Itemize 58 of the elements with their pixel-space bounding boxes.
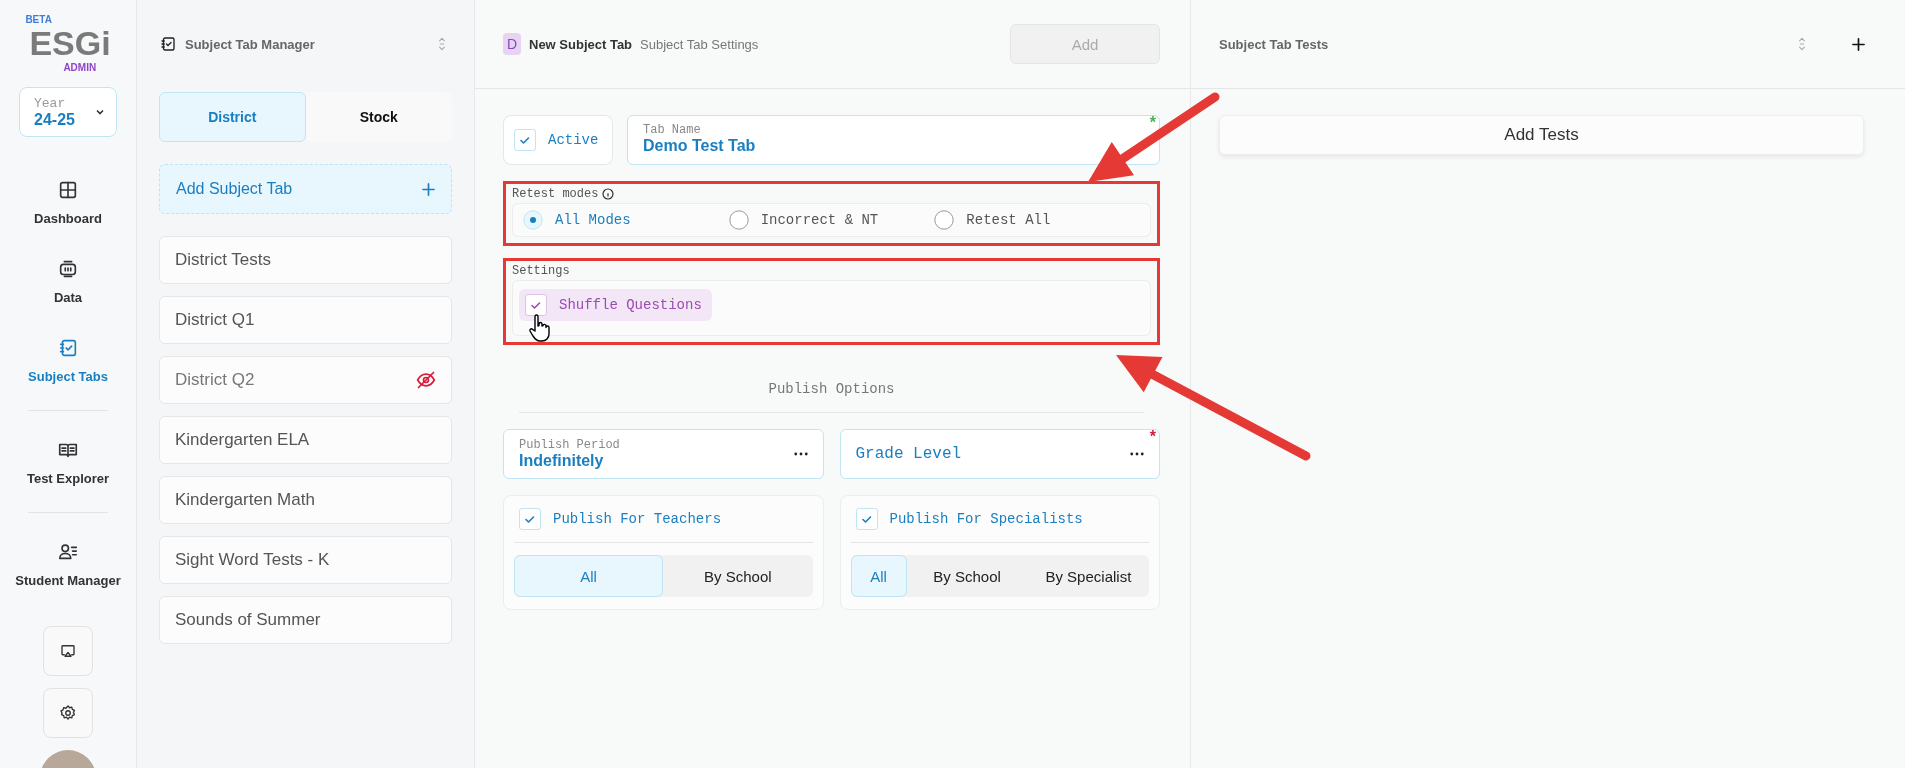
radio-option[interactable]: Retest All	[934, 210, 1140, 230]
checkbox[interactable]	[855, 508, 878, 530]
section-label: Retest modes	[512, 187, 599, 201]
nav-item[interactable]: Student Manager	[15, 523, 121, 603]
panel-title: Subject Tab Tests	[1219, 36, 1330, 52]
segment-option[interactable]: By School	[663, 555, 813, 597]
tab[interactable]: District	[159, 92, 306, 142]
checkbox-option[interactable]: Shuffle Questions	[519, 289, 712, 321]
add-subject-tab-button[interactable]: Add Subject Tab	[159, 164, 452, 214]
editor-title: New Subject Tab	[529, 36, 633, 52]
logo: BETA ESGi ADMIN	[24, 14, 112, 74]
segment-option[interactable]: By Specialist	[1027, 555, 1149, 597]
subject-tab-item[interactable]: District Q2	[159, 356, 452, 404]
checkbox[interactable]	[519, 508, 541, 530]
radio-button[interactable]	[728, 210, 749, 230]
nav-item[interactable]: Data	[53, 240, 83, 320]
add-tests-button[interactable]: Add Tests	[1219, 115, 1864, 155]
subject-tab-item[interactable]: District Q1	[159, 296, 452, 344]
subject-tab-item[interactable]: Sounds of Summer	[159, 596, 452, 644]
tab-name-field[interactable]: Tab Name Demo Test Tab *	[627, 115, 1160, 165]
icon-button[interactable]	[43, 688, 93, 738]
radio-option[interactable]: All Modes	[523, 210, 729, 230]
checkbox[interactable]	[525, 294, 547, 316]
year-select[interactable]: Year 24-25	[19, 87, 117, 138]
subject-tab-item[interactable]: District Tests	[159, 236, 452, 284]
nav-item[interactable]: Subject Tabs	[28, 319, 108, 399]
section-heading: Publish Options	[519, 381, 1144, 413]
tab[interactable]: Stock	[305, 92, 452, 142]
more-icon[interactable]	[1130, 452, 1144, 456]
active-checkbox[interactable]: Active	[503, 115, 613, 165]
plus-icon	[422, 182, 435, 196]
icon-button[interactable]	[43, 626, 93, 676]
info-icon[interactable]	[602, 188, 615, 200]
segment-option[interactable]: All	[850, 555, 907, 597]
section-label: Settings	[512, 264, 570, 278]
panel-title: Subject Tab Manager	[185, 36, 316, 52]
screen-share-icon	[59, 642, 77, 660]
publish-period-field[interactable]: Publish Period Indefinitely	[503, 429, 824, 479]
plus-icon[interactable]	[1852, 37, 1865, 51]
subject-tab-item[interactable]: Kindergarten ELA	[159, 416, 452, 464]
radio-option[interactable]: Incorrect & NT	[728, 210, 935, 230]
subject-tab-item[interactable]: Sight Word Tests - K	[159, 536, 452, 584]
more-icon[interactable]	[793, 452, 808, 456]
radio-button[interactable]	[934, 210, 955, 230]
checkbox[interactable]	[514, 129, 536, 151]
grade-level-field[interactable]: Grade Level *	[839, 429, 1160, 479]
checkbox-label[interactable]: Publish For Teachers	[553, 511, 722, 527]
eye-off-icon[interactable]	[416, 370, 436, 390]
nav-item[interactable]: Test Explorer	[26, 421, 110, 501]
letter-badge: D	[503, 33, 521, 55]
subject-tab-item[interactable]: Kindergarten Math	[159, 476, 452, 524]
segment-option[interactable]: By School	[906, 555, 1028, 597]
checkbox-label[interactable]: Publish For Specialists	[889, 511, 1083, 527]
nav-item[interactable]: Dashboard	[34, 161, 102, 241]
settings-icon	[59, 704, 77, 722]
editor-subtitle: Subject Tab Settings	[640, 36, 760, 52]
segment-option[interactable]: All	[514, 555, 664, 597]
checklist-icon	[159, 35, 177, 53]
